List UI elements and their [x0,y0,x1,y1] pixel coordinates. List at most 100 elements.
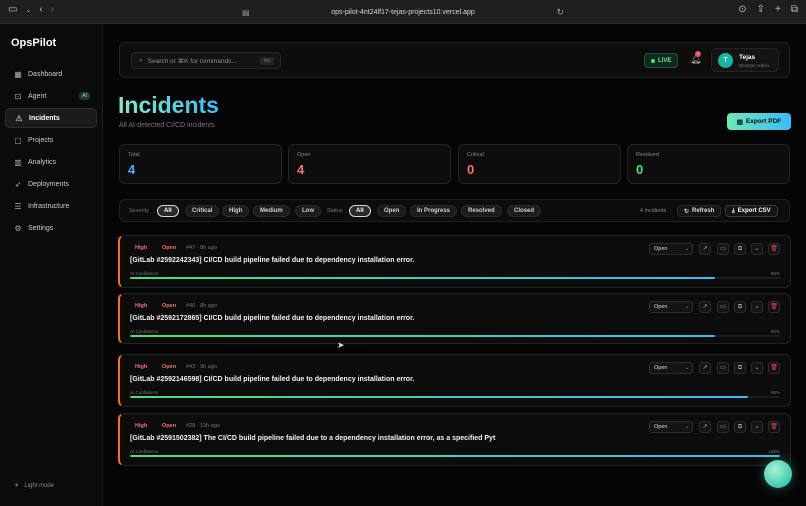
forward-icon[interactable]: › [51,5,54,15]
chevron-down-icon: ⌄ [684,365,689,371]
sidebar-nav: ▦ Dashboard ⊡ Agent AI ⚠ Incidents ▢ Projects… [5,64,97,240]
folder-icon: ▢ [14,135,22,145]
copy-icon[interactable]: ⧉ [734,243,746,255]
expand-icon[interactable]: ⌄ [751,362,763,374]
status-chip-open[interactable]: Open [377,205,407,217]
status-select[interactable]: Open ⌄ [649,243,693,255]
sidebar-item-dashboard[interactable]: ▦ Dashboard [5,64,97,84]
avatar: T [718,53,733,68]
comment-icon[interactable]: ▭ [717,243,729,255]
chevron-down-icon[interactable]: ⌄ [25,7,31,14]
comment-icon[interactable]: ▭ [717,362,729,374]
status-tag: Open [162,423,177,429]
stat-value: 0 [636,162,644,177]
confidence-bar [130,335,780,337]
comment-icon[interactable]: ▭ [717,301,729,313]
comment-icon[interactable]: ▭ [717,421,729,433]
confidence-fill [130,455,780,457]
search-input[interactable]: ⌕ Search or ⌘K for commands... ⌘K [131,52,281,69]
incident-count: 4 incidents [640,208,667,214]
reload-icon[interactable]: ↻ [556,7,564,18]
incident-title[interactable]: [GitLab #2592172865] CI/CD build pipelin… [130,315,414,322]
copy-icon[interactable]: ⧉ [734,421,746,433]
status-select[interactable]: Open ⌄ [649,421,693,433]
sidebar-item-deployments[interactable]: ➶ Deployments [5,174,97,194]
assistant-fab-button[interactable] [764,460,792,488]
incident-card[interactable]: High Open #46 · 8h ago [GitLab #25921728… [118,293,791,344]
sidebar-item-infrastructure[interactable]: ☰ Infrastructure [5,196,97,216]
sidebar-toggle-icon[interactable]: ▭ [8,5,17,15]
status-chip-closed[interactable]: Closed [507,205,542,217]
sidebar-item-projects[interactable]: ▢ Projects [5,130,97,150]
download-icon[interactable]: ⊙ [738,5,746,15]
tabs-overview-icon[interactable]: ⧉ [791,5,798,15]
sidebar-item-incidents[interactable]: ⚠ Incidents [5,108,97,128]
mouse-cursor-icon: ➤ [337,340,345,350]
severity-chip-low[interactable]: Low [295,205,321,217]
confidence-percent: 100% [768,449,780,454]
delete-icon[interactable]: 🗑︎ [768,301,780,313]
incident-meta: #46 · 8h ago [186,303,217,309]
user-menu[interactable]: T Tejas DevOps Admin [711,48,779,72]
incident-card[interactable]: High Open #43 · 9h ago [GitLab #25921465… [118,354,791,407]
expand-icon[interactable]: ⌄ [751,301,763,313]
open-external-icon[interactable]: ↗ [699,362,711,374]
open-external-icon[interactable]: ↗ [699,301,711,313]
open-external-icon[interactable]: ↗ [699,243,711,255]
severity-chip-critical[interactable]: Critical [185,205,220,217]
sidebar-item-settings[interactable]: ⚙ Settings [5,218,97,238]
status-tag: Open [162,303,177,309]
chevron-down-icon: ⌄ [684,304,689,310]
incident-title[interactable]: [GitLab #2591502382] The CI/CD build pip… [130,435,495,442]
open-external-icon[interactable]: ↗ [699,421,711,433]
address-bar[interactable]: ▤ ops-pilot-4nt24lf17-tejas-projects10.v… [238,4,568,20]
export-pdf-button[interactable]: ▤ Export PDF [727,113,791,130]
status-chip-resolved[interactable]: Resolved [461,205,502,217]
status-filter-label: Status [327,208,343,214]
delete-icon[interactable]: 🗑︎ [768,362,780,374]
page-info-icon[interactable]: ▤ [242,8,250,17]
severity-tag: High [135,364,148,370]
incident-card[interactable]: High Open #47 · 8h ago [GitLab #25922423… [118,235,791,288]
sidebar-item-analytics[interactable]: ▥ Analytics [5,152,97,172]
app-logo[interactable]: OpsPilot [11,37,56,49]
incident-card[interactable]: High Open #28 · 13h ago [GitLab #2591502… [118,413,791,466]
stat-label: Open [297,152,311,158]
status-chip-all[interactable]: All [349,205,371,217]
copy-icon[interactable]: ⧉ [734,362,746,374]
warning-icon: ⚠ [15,113,23,123]
severity-chip-high[interactable]: High [222,205,250,217]
expand-icon[interactable]: ⌄ [751,243,763,255]
page-subtitle: All AI-detected CI/CD incidents [119,122,215,129]
severity-chip-all[interactable]: All [157,205,179,217]
share-icon[interactable]: ⇪ [757,5,765,15]
back-icon[interactable]: ‹ [39,5,42,15]
copy-icon[interactable]: ⧉ [734,301,746,313]
refresh-button[interactable]: ↻ Refresh [677,205,722,217]
status-select[interactable]: Open ⌄ [649,301,693,313]
notifications-button[interactable]: 🔔︎ 3 [690,51,701,65]
sidebar-item-label: Projects [28,136,54,144]
refresh-label: Refresh [692,208,715,214]
confidence-label: AI Confidence [130,390,159,395]
incident-title[interactable]: [GitLab #2592242343] CI/CD build pipelin… [130,257,414,264]
notification-count: 3 [695,51,701,57]
light-mode-toggle[interactable]: ☀ Light mode [14,482,54,490]
status-chip-in-progress[interactable]: In Progress [410,205,458,217]
incident-title[interactable]: [GitLab #2592146598] CI/CD build pipelin… [130,376,414,383]
sidebar-item-agent[interactable]: ⊡ Agent AI [5,86,97,106]
status-tag: Open [162,364,177,370]
status-select-value: Open [654,365,668,371]
delete-icon[interactable]: 🗑︎ [768,243,780,255]
severity-chip-medium[interactable]: Medium [253,205,290,217]
severity-tag: High [135,303,148,309]
status-select[interactable]: Open ⌄ [649,362,693,374]
stat-value: 4 [297,162,305,177]
bot-icon: ⊡ [14,91,22,101]
shortcut-hint: ⌘K [260,57,274,65]
new-tab-icon[interactable]: + [775,5,781,15]
confidence-bar [130,396,780,398]
delete-icon[interactable]: 🗑︎ [768,421,780,433]
export-csv-button[interactable]: ⤓ Export CSV [725,205,778,217]
expand-icon[interactable]: ⌄ [751,421,763,433]
